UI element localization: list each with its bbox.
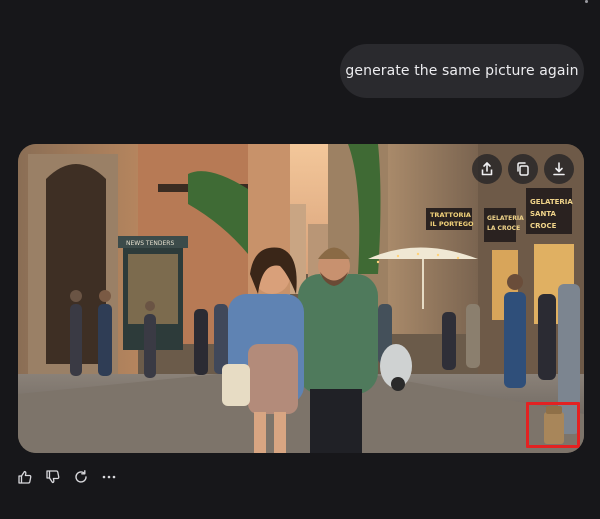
svg-text:IL PORTEGO: IL PORTEGO [430, 220, 474, 228]
svg-text:GELATERIA: GELATERIA [487, 215, 524, 222]
download-button[interactable] [544, 154, 574, 184]
more-icon [102, 475, 116, 479]
thumbs-up-icon [18, 470, 32, 484]
chat-page: generate the same picture again NEWS TEN… [0, 0, 600, 519]
thumbs-down-icon [46, 470, 60, 484]
thumbs-down-button[interactable] [44, 468, 62, 486]
svg-text:TRATTORIA: TRATTORIA [430, 211, 471, 219]
street-scene-image: NEWS TENDERS TRATTORIA IL PORTEGO GELATE… [18, 144, 584, 453]
share-button[interactable] [472, 154, 502, 184]
svg-text:CROCE: CROCE [530, 222, 557, 230]
share-icon [481, 162, 493, 176]
generated-image[interactable]: NEWS TENDERS TRATTORIA IL PORTEGO GELATE… [18, 144, 584, 453]
user-message-bubble: generate the same picture again [340, 44, 584, 98]
highlight-box [526, 402, 580, 448]
response-actions [16, 466, 118, 488]
copy-icon [517, 162, 529, 176]
more-button[interactable] [100, 468, 118, 486]
svg-text:SANTA: SANTA [530, 210, 557, 218]
thumbs-up-button[interactable] [16, 468, 34, 486]
news-sign: NEWS TENDERS [126, 240, 174, 247]
svg-text:LA CROCE: LA CROCE [487, 225, 520, 232]
download-icon [553, 162, 565, 176]
user-message-text: generate the same picture again [345, 63, 579, 79]
svg-text:GELATERIA: GELATERIA [530, 198, 573, 206]
copy-button[interactable] [508, 154, 538, 184]
regenerate-button[interactable] [72, 468, 90, 486]
menu-dot[interactable] [585, 0, 588, 3]
regenerate-icon [75, 470, 87, 483]
